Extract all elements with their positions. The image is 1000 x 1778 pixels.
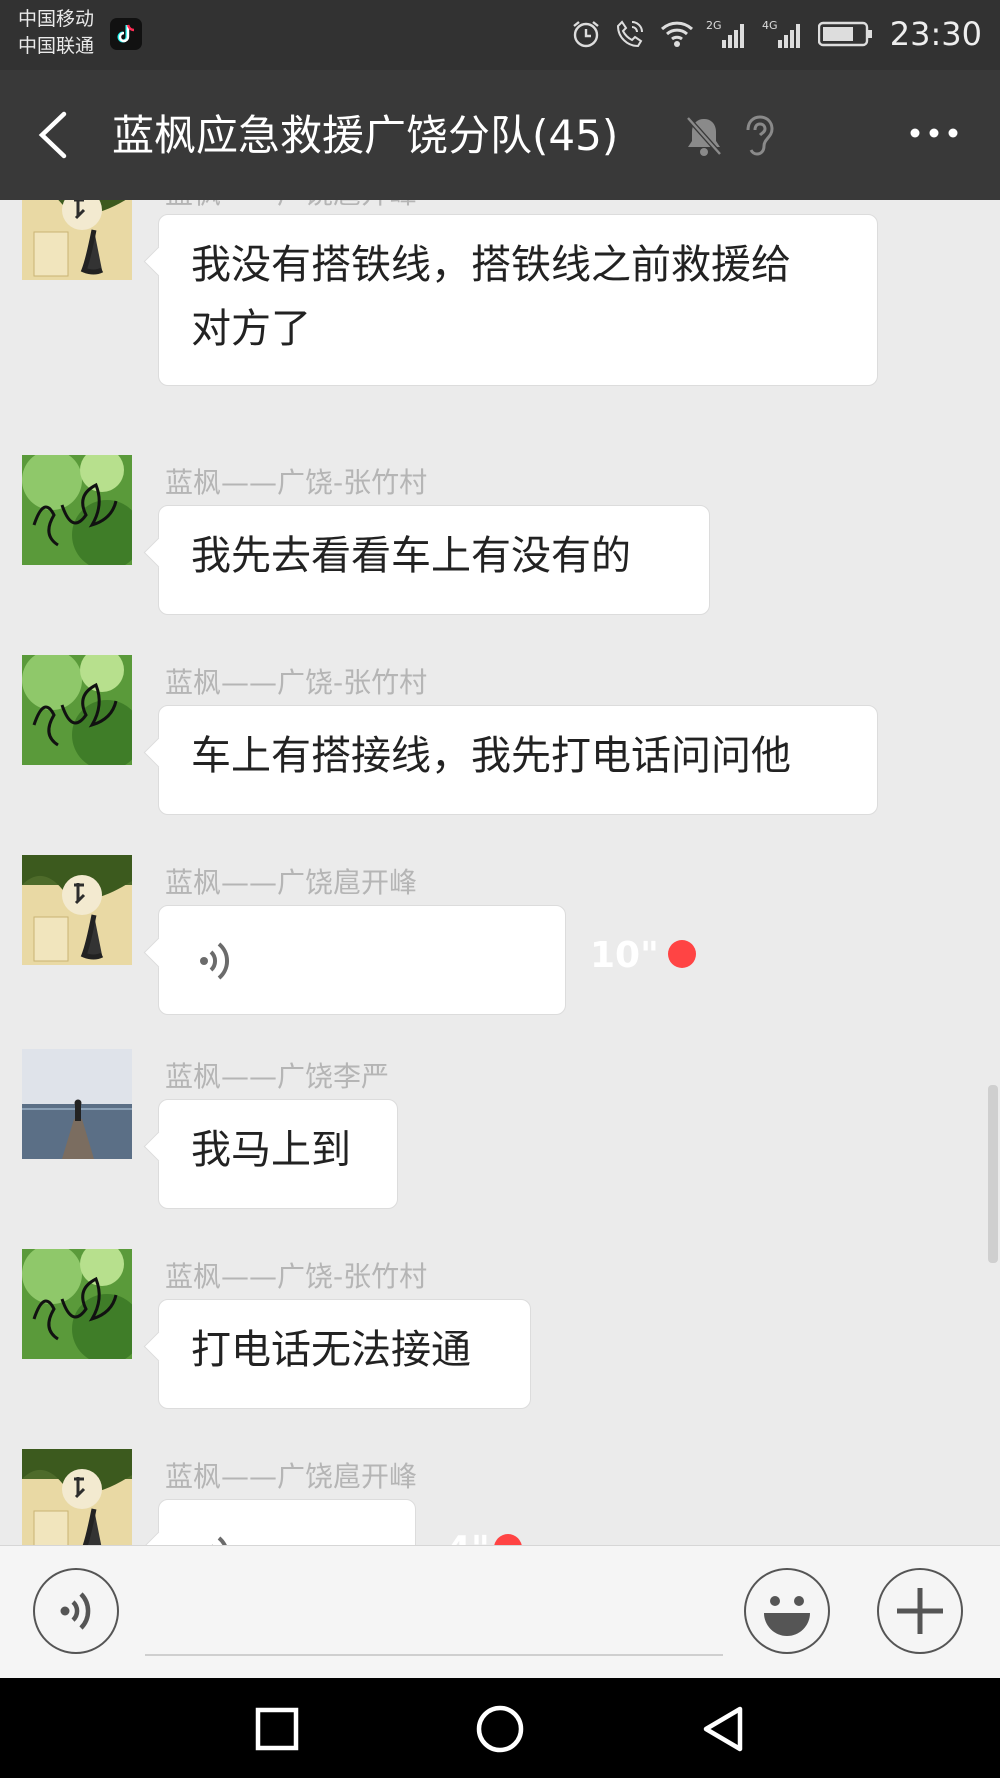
- unread-dot: [668, 940, 696, 968]
- voice-message-bubble[interactable]: [158, 1499, 416, 1545]
- system-navigation-bar: [0, 1678, 1000, 1778]
- clock: 23:30: [889, 15, 982, 53]
- emoji-button[interactable]: [744, 1568, 830, 1654]
- voice-input-button[interactable]: [33, 1568, 119, 1654]
- message-text-line: 打电话无法接通: [191, 1327, 471, 1373]
- back-triangle-icon[interactable]: [696, 1702, 750, 1756]
- message-bubble[interactable]: 打电话无法接通: [158, 1299, 531, 1409]
- sender-name: 蓝枫——广饶扈开峰: [165, 866, 418, 899]
- avatar-image: [22, 855, 132, 965]
- carrier-1: 中国移动: [18, 8, 95, 30]
- network-2-label: 4G: [762, 19, 778, 32]
- message-input[interactable]: [145, 1654, 723, 1656]
- voice-icon: [211, 1536, 227, 1545]
- message-bubble[interactable]: 车上有搭接线，我先打电话问问他: [158, 705, 878, 815]
- voice-duration: 4": [446, 1529, 490, 1545]
- message-text-line: 我没有搭铁线，搭铁线之前救援给: [191, 242, 791, 288]
- sender-name: 蓝枫——广饶-张竹村: [165, 466, 428, 499]
- smiley-icon: [764, 1596, 810, 1636]
- home-circle-icon[interactable]: [473, 1702, 527, 1756]
- more-functions-button[interactable]: [877, 1568, 963, 1654]
- avatar[interactable]: [22, 1049, 132, 1159]
- battery-icon: [817, 21, 872, 47]
- wifi-icon: [660, 21, 693, 47]
- plus-icon: [897, 1588, 943, 1634]
- avatar-image: [22, 455, 132, 565]
- chevron-left-icon[interactable]: [34, 110, 74, 160]
- avatar[interactable]: [22, 1249, 132, 1359]
- status-bar: 中国移动 中国联通 2G 4G 23:30: [0, 0, 1000, 70]
- message-list[interactable]: 蓝枫——广饶扈开峰 我没有搭铁线，搭铁线之前救援给 对方了 蓝枫——广饶-张竹村…: [0, 200, 1000, 1545]
- carrier-info: 中国移动 中国联通: [18, 6, 94, 60]
- unread-dot: [494, 1534, 522, 1545]
- carrier-2: 中国联通: [18, 35, 95, 57]
- message-text-line: 我马上到: [191, 1127, 351, 1173]
- avatar[interactable]: [22, 855, 132, 965]
- input-bar: [0, 1545, 1000, 1679]
- avatar-image: [22, 1449, 132, 1545]
- chat-title-bar: 蓝枫应急救援广饶分队(45): [0, 70, 1000, 200]
- status-icons: 2G 4G 23:30: [570, 12, 982, 56]
- chat-title: 蓝枫应急救援广饶分队(45): [112, 111, 619, 160]
- sender-name: 蓝枫——广饶扈开峰: [165, 200, 417, 212]
- avatar[interactable]: [22, 1449, 132, 1545]
- avatar-image: [22, 1049, 132, 1159]
- more-dots-icon[interactable]: [908, 126, 960, 140]
- ear-icon: [746, 115, 774, 156]
- tiktok-icon: [110, 18, 142, 50]
- sender-name: 蓝枫——广饶-张竹村: [165, 666, 428, 699]
- voice-icon: [200, 942, 230, 980]
- message-text-line: 对方了: [191, 306, 311, 352]
- avatar-image: [22, 1249, 132, 1359]
- message-bubble[interactable]: 我马上到: [158, 1099, 398, 1209]
- sender-name: 蓝枫——广饶-张竹村: [165, 1260, 428, 1293]
- avatar[interactable]: [22, 200, 132, 280]
- message-text-line: 车上有搭接线，我先打电话问问他: [191, 733, 791, 779]
- avatar[interactable]: [22, 455, 132, 565]
- voice-message-bubble[interactable]: [158, 905, 566, 1015]
- avatar-image: [22, 655, 132, 765]
- voice-duration: 10": [590, 935, 659, 976]
- recents-square-icon[interactable]: [250, 1702, 304, 1756]
- message-bubble[interactable]: 我没有搭铁线，搭铁线之前救援给 对方了: [158, 214, 878, 386]
- bell-off-icon: [686, 116, 722, 156]
- signal-2g-icon: 2G: [706, 19, 744, 48]
- scrollbar[interactable]: [988, 1085, 998, 1263]
- message-bubble[interactable]: 我先去看看车上有没有的: [158, 505, 710, 615]
- voice-icon: [60, 1592, 91, 1630]
- avatar[interactable]: [22, 655, 132, 765]
- hd-call-icon: [616, 20, 643, 48]
- alarm-icon: [573, 21, 599, 48]
- signal-4g-icon: 4G: [762, 19, 800, 48]
- sender-name: 蓝枫——广饶李严: [165, 1060, 390, 1093]
- sender-name: 蓝枫——广饶扈开峰: [165, 1460, 418, 1493]
- network-1-label: 2G: [706, 19, 722, 32]
- message-text-line: 我先去看看车上有没有的: [191, 533, 631, 579]
- avatar-image: [22, 200, 132, 280]
